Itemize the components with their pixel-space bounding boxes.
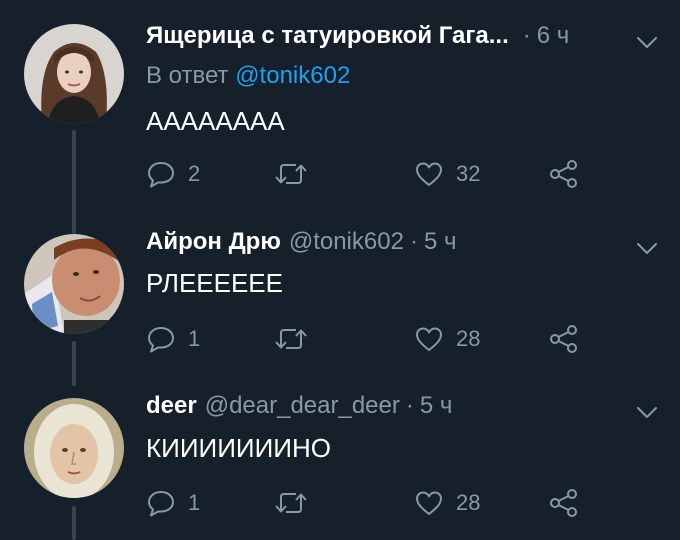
- share-button[interactable]: [548, 486, 580, 520]
- reply-count: 1: [188, 490, 201, 515]
- chevron-down-icon[interactable]: [636, 240, 658, 256]
- speech-bubble-icon: [148, 327, 174, 353]
- share-button[interactable]: [548, 157, 580, 191]
- handle[interactable]: @dear_dear_deer: [205, 392, 400, 420]
- avatar[interactable]: [24, 398, 124, 498]
- retweet-button[interactable]: [274, 157, 320, 191]
- tweet-text: РЛЕЕЕЕЕЕ: [146, 268, 283, 298]
- retweet-button[interactable]: [274, 322, 320, 356]
- retweet-arrows-icon: [275, 493, 307, 513]
- thread-line: [72, 506, 76, 540]
- action-bar: 2 32: [146, 157, 586, 191]
- heart-icon: [416, 327, 442, 351]
- share-nodes-icon: [550, 325, 577, 353]
- tweet-text: АААААААА: [146, 106, 285, 136]
- tweet-header: Айрон Дрю @tonik602 · 5 ч: [146, 228, 456, 264]
- speech-bubble-icon: [148, 491, 174, 517]
- separator-dot: ·: [405, 392, 414, 419]
- tweet-text: КИИИИИИИНО: [146, 433, 331, 463]
- thread-line: [72, 218, 76, 234]
- reply-button[interactable]: 1: [146, 486, 200, 520]
- heart-icon: [416, 491, 442, 515]
- reply-context: В ответ @tonik602: [146, 62, 350, 90]
- chevron-down-icon[interactable]: [636, 34, 658, 50]
- like-count: 28: [456, 490, 481, 515]
- reply-button[interactable]: 2: [146, 157, 200, 191]
- retweet-button[interactable]: [274, 486, 320, 520]
- like-count: 32: [456, 161, 481, 186]
- thread-line: [72, 341, 76, 386]
- reply-button[interactable]: 1: [146, 322, 200, 356]
- display-name[interactable]: deer: [146, 392, 197, 420]
- thread-line: [72, 130, 76, 225]
- avatar[interactable]: [24, 24, 124, 124]
- reply-count: 2: [188, 161, 201, 186]
- action-bar: 1 28: [146, 322, 586, 356]
- timestamp[interactable]: 5 ч: [424, 228, 457, 256]
- tweet-header: Ящерица с татуировкой Гага... · 6 ч: [146, 22, 569, 58]
- share-button[interactable]: [548, 322, 580, 356]
- reply-count: 1: [188, 326, 201, 351]
- tweet-header: deer @dear_dear_deer · 5 ч: [146, 392, 452, 428]
- speech-bubble-icon: [148, 162, 174, 188]
- timestamp[interactable]: 5 ч: [420, 392, 453, 420]
- avatar[interactable]: [24, 234, 124, 334]
- share-nodes-icon: [550, 489, 577, 517]
- like-button[interactable]: 28: [414, 322, 480, 356]
- like-button[interactable]: 32: [414, 157, 480, 191]
- handle[interactable]: @tonik602: [289, 228, 404, 256]
- reply-mention-link[interactable]: @tonik602: [235, 62, 350, 89]
- timestamp[interactable]: 6 ч: [537, 22, 570, 50]
- retweet-arrows-icon: [275, 329, 307, 349]
- action-bar: 1 28: [146, 486, 586, 520]
- chevron-down-icon[interactable]: [636, 404, 658, 420]
- separator-dot: ·: [409, 228, 418, 255]
- heart-icon: [416, 162, 442, 186]
- share-nodes-icon: [550, 160, 577, 188]
- separator-dot: ·: [522, 22, 531, 49]
- like-button[interactable]: 28: [414, 486, 480, 520]
- retweet-arrows-icon: [275, 164, 307, 184]
- like-count: 28: [456, 326, 481, 351]
- display-name[interactable]: Айрон Дрю: [146, 228, 281, 256]
- reply-prefix: В ответ: [146, 62, 229, 89]
- display-name[interactable]: Ящерица с татуировкой Гага...: [146, 22, 509, 50]
